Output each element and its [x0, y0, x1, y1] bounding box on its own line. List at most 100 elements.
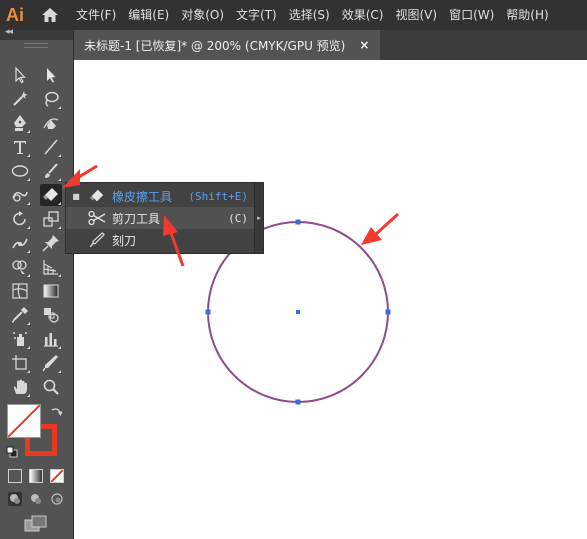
flyout-item-scissors[interactable]: 剪刀工具 (C)	[66, 207, 256, 229]
flyout-item-knife[interactable]: 刻刀	[66, 229, 256, 251]
anchor-point-bottom[interactable]	[295, 399, 301, 405]
swap-fill-stroke-icon[interactable]	[50, 406, 64, 420]
direct-selection-arrow-icon	[47, 68, 56, 83]
magic-wand-tool[interactable]	[9, 88, 31, 110]
more-tools-indicator	[27, 322, 30, 325]
draw-inside-icon[interactable]	[50, 492, 64, 506]
free-transform-tool[interactable]	[40, 232, 62, 254]
slice-tool[interactable]	[40, 352, 62, 374]
more-tools-indicator	[27, 250, 30, 253]
document-title: 未标题-1 [已恢复]* @ 200% (CMYK/GPU 预览)	[84, 38, 346, 53]
magnifier-icon	[43, 379, 59, 395]
more-tools-indicator	[27, 394, 30, 397]
collapse-panel-icon[interactable]: ◂◂	[5, 27, 13, 37]
more-tools-indicator	[27, 370, 30, 373]
more-tools-indicator	[27, 202, 30, 205]
more-tools-indicator	[58, 274, 61, 277]
fill-swatch[interactable]	[7, 404, 41, 438]
gradient-tool[interactable]	[40, 280, 62, 302]
document-tab[interactable]: 未标题-1 [已恢复]* @ 200% (CMYK/GPU 预览) ×	[74, 30, 380, 60]
more-tools-indicator	[58, 346, 61, 349]
flyout-scissors-label: 剪刀工具	[112, 211, 161, 226]
more-tools-indicator	[58, 370, 61, 373]
direct-selection-tool[interactable]	[40, 64, 62, 86]
gradient-icon	[43, 284, 59, 298]
close-icon[interactable]: ×	[359, 38, 369, 52]
scissors-icon	[86, 209, 108, 227]
scale-tool[interactable]	[40, 208, 62, 230]
blend-tool[interactable]	[40, 304, 62, 326]
ellipse-tool[interactable]	[9, 160, 31, 182]
zoom-tool[interactable]	[40, 376, 62, 398]
puppet-warp-tool[interactable]	[9, 232, 31, 254]
paintbrush-tool[interactable]	[40, 160, 62, 182]
more-tools-indicator	[27, 178, 30, 181]
selection-tool[interactable]	[9, 64, 31, 86]
menu-view[interactable]: 视图(V)	[389, 0, 443, 30]
mesh-tool[interactable]	[9, 280, 31, 302]
magic-wand-icon	[13, 91, 28, 106]
shape-builder-tool[interactable]	[9, 256, 31, 278]
pen-tool[interactable]	[9, 112, 31, 134]
none-slash-icon	[8, 405, 40, 437]
curvature-tool[interactable]	[40, 112, 62, 134]
document-tab-bar: 未标题-1 [已恢复]* @ 200% (CMYK/GPU 预览) ×	[74, 30, 587, 60]
default-fill-stroke-icon[interactable]	[6, 446, 18, 458]
tools-panel-header[interactable]: ◂◂	[0, 27, 73, 40]
menu-type[interactable]: 文字(T)	[230, 0, 283, 30]
column-graph-tool[interactable]	[40, 328, 62, 350]
center-point	[296, 310, 300, 314]
menu-bar: Ai 文件(F) 编辑(E) 对象(O) 文字(T) 选择(S) 效果(C) 视…	[0, 0, 587, 30]
color-mode-button[interactable]	[8, 469, 22, 483]
menu-window[interactable]: 窗口(W)	[443, 0, 500, 30]
hand-tool[interactable]	[9, 376, 31, 398]
flyout-scissors-shortcut: (C)	[228, 211, 248, 225]
menu-help[interactable]: 帮助(H)	[500, 0, 554, 30]
home-button[interactable]	[30, 0, 70, 30]
draw-behind-icon[interactable]	[29, 492, 43, 506]
menu-file[interactable]: 文件(F)	[70, 0, 122, 30]
menu-object[interactable]: 对象(O)	[175, 0, 230, 30]
flyout-eraser-shortcut: (Shift+E)	[188, 189, 248, 203]
artboard-tool[interactable]	[9, 352, 31, 374]
anchor-point-top[interactable]	[295, 219, 301, 225]
flyout-item-eraser[interactable]: ■ 橡皮擦工具 (Shift+E)	[66, 185, 256, 207]
lasso-tool[interactable]	[40, 88, 62, 110]
menu-edit[interactable]: 编辑(E)	[122, 0, 175, 30]
more-tools-indicator	[58, 106, 61, 109]
gradient-mode-button[interactable]	[29, 469, 43, 483]
tools-panel: ◂◂	[0, 27, 74, 539]
more-tools-indicator	[58, 202, 61, 205]
none-slash-icon	[51, 470, 63, 482]
menu-select[interactable]: 选择(S)	[283, 0, 336, 30]
shaper-tool[interactable]	[9, 184, 31, 206]
curvature-pen-icon	[43, 118, 59, 129]
more-tools-indicator	[58, 154, 61, 157]
draw-normal-icon[interactable]	[8, 492, 22, 506]
pushpin-icon	[42, 235, 59, 252]
screen-mode-icon[interactable]	[24, 515, 48, 533]
artboard-canvas[interactable]	[74, 60, 587, 539]
artwork	[205, 219, 391, 405]
more-tools-indicator	[58, 226, 61, 229]
eraser-icon	[86, 187, 108, 205]
eraser-tool[interactable]	[40, 184, 62, 206]
selection-arrow-icon	[15, 66, 26, 84]
menu-effect[interactable]: 效果(C)	[336, 0, 390, 30]
anchor-point-left[interactable]	[205, 309, 211, 315]
none-mode-button[interactable]	[50, 469, 64, 483]
rotate-tool[interactable]	[9, 208, 31, 230]
perspective-grid-tool[interactable]	[40, 256, 62, 278]
anchor-point-right[interactable]	[385, 309, 391, 315]
flyout-eraser-label: 橡皮擦工具	[112, 189, 173, 204]
symbol-sprayer-tool[interactable]	[9, 328, 31, 350]
tearoff-handle[interactable]: ▸	[254, 183, 263, 253]
type-tool[interactable]	[9, 136, 31, 158]
panel-grip[interactable]	[24, 43, 48, 48]
more-tools-indicator	[58, 178, 61, 181]
more-tools-indicator	[27, 130, 30, 133]
mesh-icon	[12, 283, 28, 299]
eyedropper-tool[interactable]	[9, 304, 31, 326]
line-segment-tool[interactable]	[40, 136, 62, 158]
eraser-tool-flyout: ■ 橡皮擦工具 (Shift+E) 剪刀工具 (C) 刻刀 ▸	[65, 182, 264, 254]
